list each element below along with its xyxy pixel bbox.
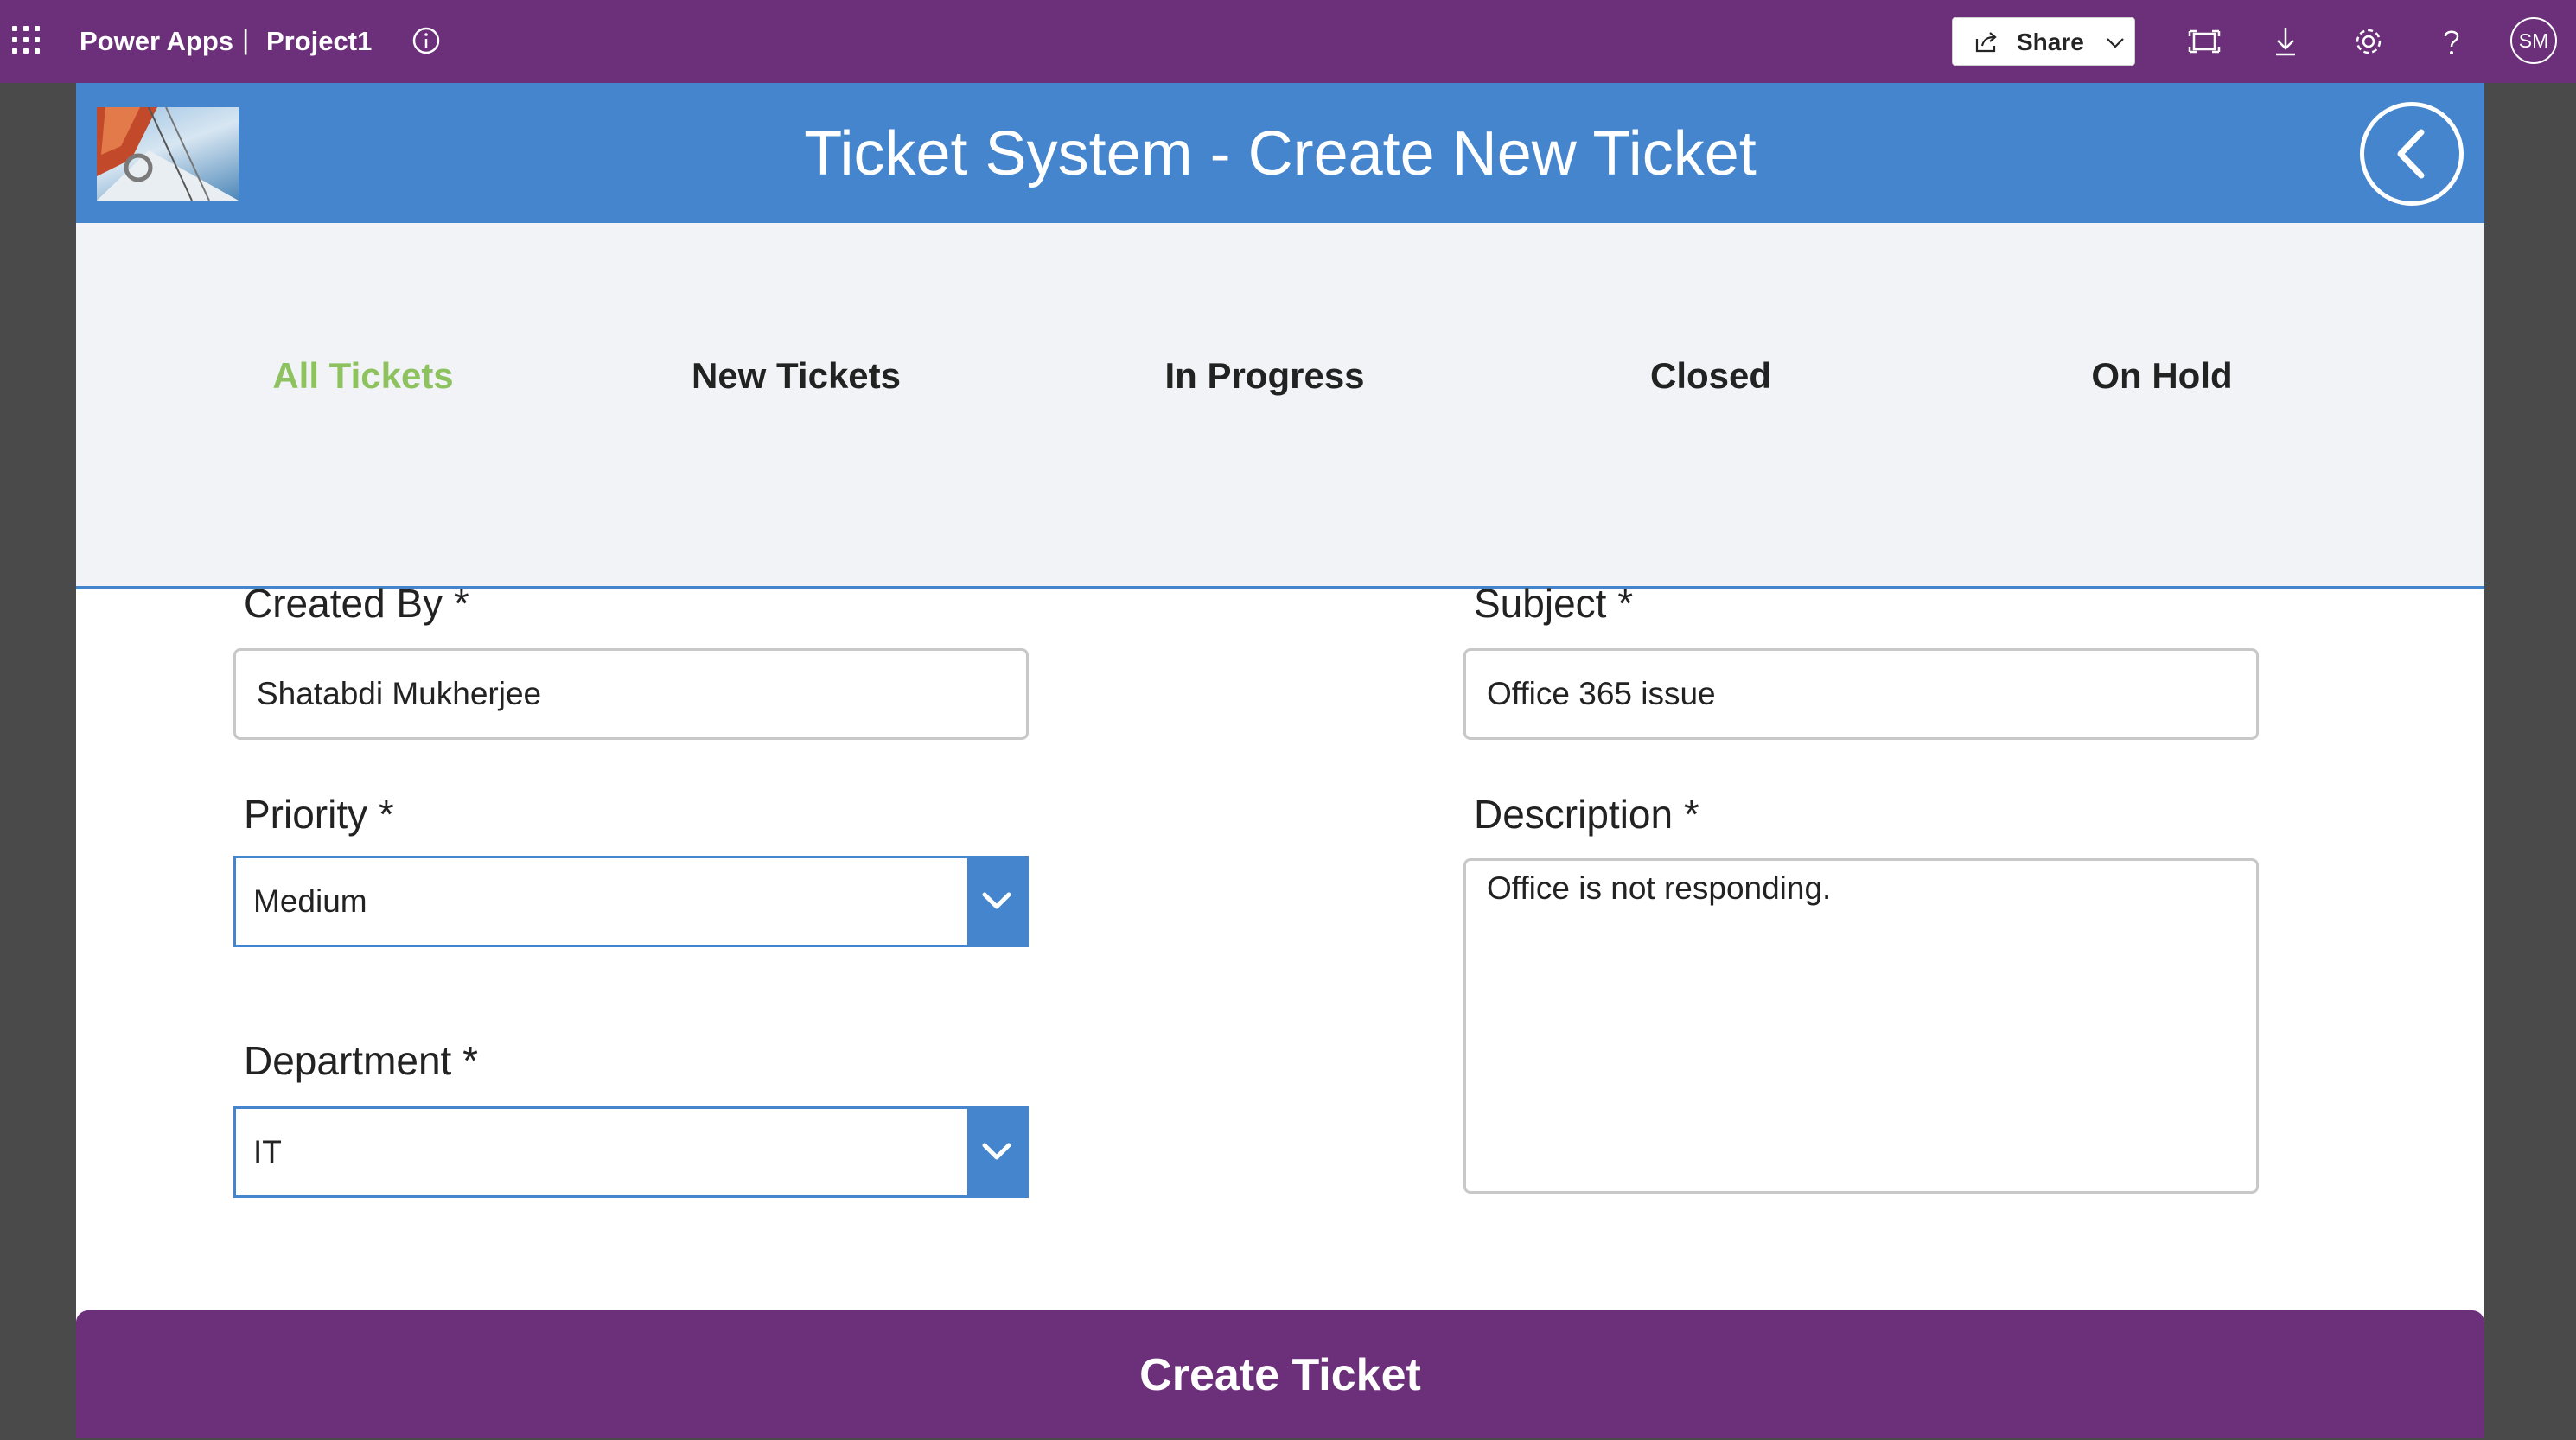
priority-selected-value: Medium [253, 883, 367, 919]
dropdown-chevron-icon[interactable] [967, 858, 1026, 945]
title-separator: | [242, 24, 250, 55]
department-label: Department * [244, 1038, 479, 1083]
subject-input[interactable]: Office 365 issue [1463, 648, 2259, 740]
back-button[interactable] [2360, 102, 2464, 206]
share-label: Share [2017, 29, 2084, 55]
department-dropdown[interactable]: IT [233, 1106, 1029, 1198]
tab-new-tickets[interactable]: New Tickets [692, 354, 901, 398]
created-by-input[interactable]: Shatabdi Mukherjee [233, 648, 1029, 740]
back-arrow-icon [2397, 129, 2425, 179]
tab-on-hold[interactable]: On Hold [2091, 354, 2232, 398]
created-by-label: Created By * [244, 581, 469, 626]
priority-label: Priority * [244, 792, 394, 837]
avatar[interactable]: SM [2510, 17, 2557, 64]
department-selected-value: IT [253, 1134, 282, 1169]
fit-screen-icon[interactable] [2187, 24, 2222, 59]
create-ticket-button[interactable]: Create Ticket [76, 1310, 2484, 1438]
page-title: Ticket System - Create New Ticket [804, 119, 1757, 188]
waffle-icon[interactable] [12, 26, 43, 57]
tab-in-progress[interactable]: In Progress [1164, 354, 1364, 398]
app-canvas: Ticket System - Create New Ticket All Ti… [76, 83, 2484, 1438]
suite-bar: Power Apps | Project1 Share SM [0, 0, 2576, 83]
share-icon [1975, 32, 1997, 53]
share-button[interactable]: Share [1952, 17, 2135, 66]
tab-closed[interactable]: Closed [1650, 354, 1771, 398]
download-icon[interactable] [2268, 24, 2303, 59]
subject-label: Subject * [1474, 581, 1634, 626]
info-icon[interactable] [411, 26, 441, 55]
chevron-down-icon [2107, 38, 2124, 48]
gear-icon[interactable] [2351, 24, 2386, 59]
priority-dropdown[interactable]: Medium [233, 856, 1029, 947]
app-name[interactable]: Power Apps [80, 24, 233, 59]
description-label: Description * [1474, 792, 1699, 837]
help-icon[interactable] [2434, 24, 2469, 59]
tab-all-tickets[interactable]: All Tickets [272, 354, 453, 398]
app-header: Ticket System - Create New Ticket [76, 83, 2484, 223]
description-textarea[interactable]: Office is not responding. [1463, 858, 2259, 1194]
status-tab-bar: All Tickets New Tickets In Progress Clos… [76, 223, 2484, 589]
project-name: Project1 [266, 26, 373, 56]
dropdown-chevron-icon[interactable] [967, 1109, 1026, 1195]
